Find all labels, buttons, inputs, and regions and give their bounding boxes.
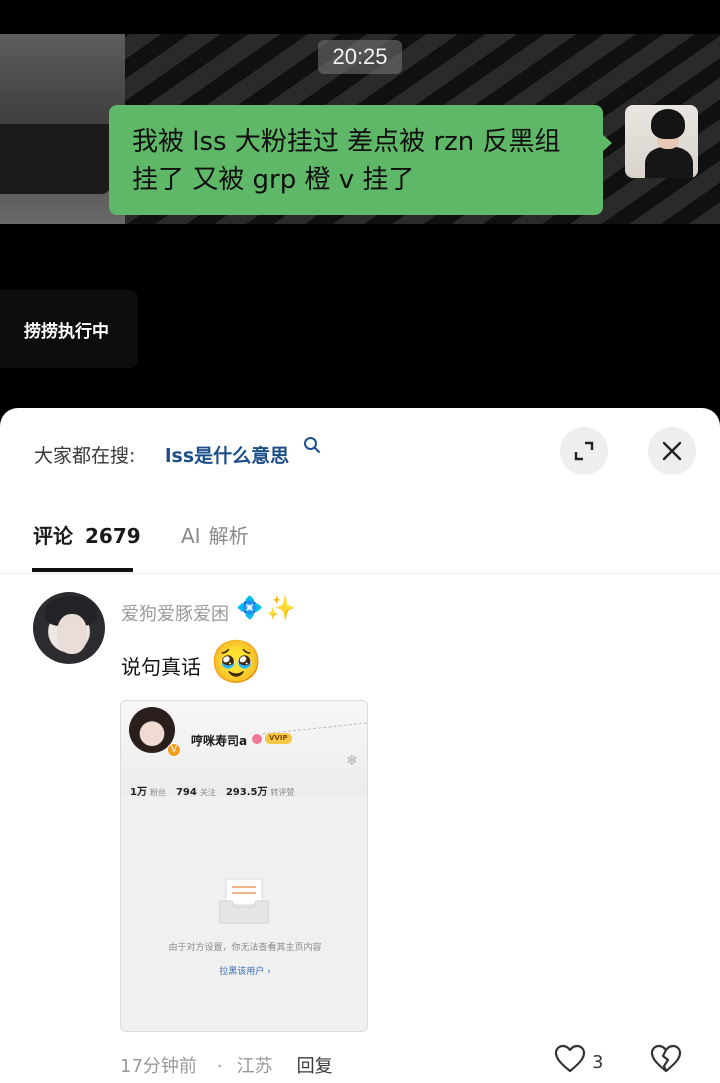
expand-button[interactable]	[560, 427, 608, 475]
video-overlay-label: 捞捞执行中	[0, 290, 138, 368]
comment-location: 江苏	[236, 1056, 273, 1077]
comment-meta: 17分钟前 · 江苏 回复	[120, 1052, 333, 1078]
comment-image-body: 由于对方设置，你无法查看其主页内容 拉黑该用户 ›	[121, 797, 367, 1031]
tab-ai-analysis[interactable]: AI 解析	[181, 520, 249, 549]
following-label: 关注	[199, 788, 216, 797]
comment-image-stats: 1万 粉丝 794 关注 293.5万 转评赞	[130, 783, 304, 798]
comment-image-vip-badge: VVIP	[265, 733, 292, 744]
likes-label: 转评赞	[270, 788, 295, 797]
chat-message-line-2: 挂了 又被 grp 橙 v 挂了	[132, 165, 415, 195]
commenter-username[interactable]: 爱狗爱豚爱困	[121, 600, 229, 626]
comment-tabs: 评论 2679 AI 解析	[0, 504, 720, 574]
tab-comments-count: 2679	[85, 524, 141, 548]
comment-time: 17分钟前	[120, 1056, 197, 1077]
trending-search-row: 大家都在搜: lss是什么意思	[0, 408, 720, 498]
commenter-avatar[interactable]	[33, 592, 105, 664]
chat-bubble-tail	[602, 134, 612, 152]
chat-background-left	[0, 34, 125, 224]
like-count: 3	[592, 1052, 604, 1073]
broken-heart-icon[interactable]	[650, 1044, 682, 1074]
private-profile-message: 由于对方设置，你无法查看其主页内容	[168, 943, 322, 953]
active-tab-indicator	[32, 568, 133, 572]
trending-search-prefix: 大家都在搜:	[34, 445, 136, 467]
comment-image-profile-name: 哼咪寿司a	[191, 734, 248, 748]
chat-sender-avatar	[625, 105, 698, 178]
search-icon[interactable]	[303, 436, 321, 454]
expand-icon	[574, 441, 594, 461]
comment-text: 说句真话	[121, 655, 201, 679]
chat-timestamp: 20:25	[318, 40, 402, 74]
tab-comments[interactable]: 评论 2679	[33, 520, 141, 549]
video-player[interactable]: 20:25 我被 lss 大粉挂过 差点被 rzn 反黑组 挂了 又被 grp …	[0, 0, 720, 410]
chat-message-bubble: 我被 lss 大粉挂过 差点被 rzn 反黑组 挂了 又被 grp 橙 v 挂了	[109, 105, 603, 215]
block-user-link: 拉黑该用户 ›	[219, 967, 271, 977]
close-icon	[662, 441, 682, 461]
chat-message-line-1: 我被 lss 大粉挂过 差点被 rzn 反黑组	[132, 127, 561, 157]
snowflake-icon: ❄	[346, 753, 358, 769]
close-button[interactable]	[648, 427, 696, 475]
verified-badge: V	[167, 743, 181, 757]
heart-icon[interactable]	[554, 1044, 586, 1074]
username-badge-emoji: 💠	[236, 596, 264, 621]
tab-ai-sub-label: 解析	[208, 524, 249, 548]
comment-image-gender-dot	[252, 734, 262, 744]
meta-separator: ·	[216, 1056, 223, 1077]
reply-button[interactable]: 回复	[297, 1056, 333, 1077]
tab-comments-label: 评论	[33, 524, 73, 548]
trending-search-link[interactable]: lss是什么意思	[165, 441, 289, 468]
tab-ai-label: AI	[181, 524, 201, 548]
username-sparkle-emoji: ✨	[266, 594, 296, 622]
comment-image[interactable]: V 哼咪寿司a VVIP ❄ 1万 粉丝 794 关注 293.5万 转评赞 由于对方设置…	[120, 700, 368, 1032]
comment-emoji: 🥹	[210, 637, 263, 686]
empty-content-icon	[219, 878, 269, 924]
comment-sheet: 大家都在搜: lss是什么意思 评论 2679 AI 解析 爱狗爱豚爱困 💠 ✨…	[0, 408, 720, 1083]
followers-label: 粉丝	[149, 788, 166, 797]
